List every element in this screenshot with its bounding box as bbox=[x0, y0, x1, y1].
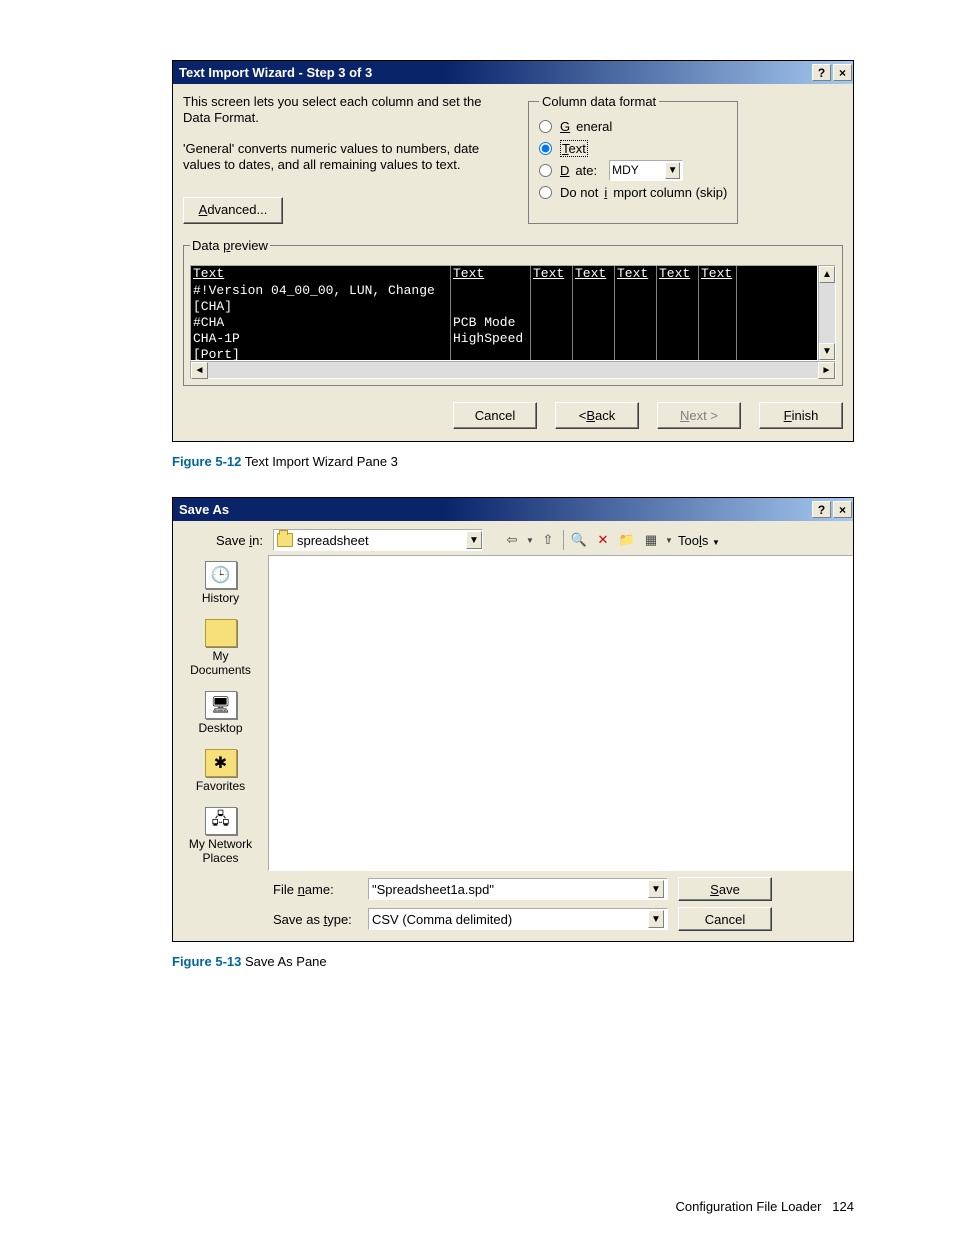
chevron-down-icon[interactable]: ▼ bbox=[466, 531, 482, 549]
radio-skip-input[interactable] bbox=[539, 186, 552, 199]
scroll-right-icon[interactable]: ► bbox=[818, 362, 835, 379]
close-icon[interactable]: × bbox=[833, 501, 852, 518]
views-icon[interactable]: ▦ bbox=[640, 529, 662, 551]
chevron-down-icon[interactable]: ▼ bbox=[648, 880, 664, 898]
titlebar: Save As ? × bbox=[173, 498, 853, 521]
places-bar: 🕒History My Documents 🖥Desktop ✱Favorite… bbox=[173, 555, 268, 871]
col-header: Text bbox=[657, 266, 698, 283]
format-legend: Column data format bbox=[539, 94, 659, 109]
radio-date-input[interactable] bbox=[539, 164, 552, 177]
tools-menu[interactable]: Tools ▼ bbox=[678, 533, 720, 548]
data-preview-group: Data preview Text #!Version 04_00_00, LU… bbox=[183, 238, 843, 386]
place-network[interactable]: 🖧My Network Places bbox=[181, 807, 261, 865]
dialog-title: Text Import Wizard - Step 3 of 3 bbox=[179, 65, 372, 80]
page-footer: Configuration File Loader 124 bbox=[172, 1199, 854, 1214]
description: This screen lets you select each column … bbox=[183, 94, 498, 224]
radio-general-input[interactable] bbox=[539, 120, 552, 133]
delete-icon[interactable]: ✕ bbox=[592, 529, 614, 551]
cancel-button[interactable]: Cancel bbox=[453, 402, 537, 429]
radio-general[interactable]: General bbox=[539, 115, 727, 137]
dropdown-arrow-icon[interactable]: ▼ bbox=[664, 529, 674, 551]
filename-label: File name: bbox=[273, 882, 358, 897]
col-header: Text bbox=[451, 266, 530, 283]
radio-date[interactable]: Date: MDY▼ bbox=[539, 159, 727, 181]
figure-caption-1: Figure 5-12 Text Import Wizard Pane 3 bbox=[172, 454, 854, 469]
chevron-down-icon[interactable]: ▼ bbox=[665, 162, 680, 179]
help-icon[interactable]: ? bbox=[812, 501, 831, 518]
dropdown-arrow-icon[interactable]: ▼ bbox=[525, 529, 535, 551]
place-history[interactable]: 🕒History bbox=[181, 561, 261, 605]
save-as-dialog: Save As ? × Save in: spreadsheet ▼ ⇦ ▼ ⇧… bbox=[172, 497, 854, 942]
back-button[interactable]: < Back bbox=[555, 402, 639, 429]
save-button[interactable]: Save bbox=[678, 877, 772, 901]
next-button[interactable]: Next > bbox=[657, 402, 741, 429]
folder-icon bbox=[205, 619, 237, 647]
close-icon[interactable]: × bbox=[833, 64, 852, 81]
place-desktop[interactable]: 🖥Desktop bbox=[181, 691, 261, 735]
up-folder-icon[interactable]: ⇧ bbox=[537, 529, 559, 551]
preview-legend: Data preview bbox=[190, 238, 270, 253]
radio-text[interactable]: Text bbox=[539, 137, 727, 159]
place-favorites[interactable]: ✱Favorites bbox=[181, 749, 261, 793]
save-as-type-select[interactable]: CSV (Comma delimited)▼ bbox=[368, 908, 668, 930]
vertical-scrollbar[interactable]: ▲ ▼ bbox=[818, 265, 836, 361]
desktop-icon: 🖥 bbox=[205, 691, 237, 719]
text-import-wizard-dialog: Text Import Wizard - Step 3 of 3 ? × Thi… bbox=[172, 60, 854, 442]
filename-input[interactable]: "Spreadsheet1a.spd"▼ bbox=[368, 878, 668, 900]
help-icon[interactable]: ? bbox=[812, 64, 831, 81]
figure-caption-2: Figure 5-13 Save As Pane bbox=[172, 954, 854, 969]
col-header: Text bbox=[573, 266, 614, 283]
cancel-button[interactable]: Cancel bbox=[678, 907, 772, 931]
preview-grid: Text #!Version 04_00_00, LUN, Change [CH… bbox=[190, 265, 818, 361]
col-header: Text bbox=[531, 266, 572, 283]
desc-line-2: 'General' converts numeric values to num… bbox=[183, 141, 498, 174]
toolbar-icons: ⇦ ▼ ⇧ 🔍 ✕ 📁 ▦ ▼ Tools ▼ bbox=[501, 529, 720, 551]
date-format-select[interactable]: MDY▼ bbox=[609, 160, 683, 181]
col-header: Text bbox=[191, 266, 450, 283]
file-list-area[interactable] bbox=[268, 555, 853, 871]
horizontal-scrollbar[interactable]: ◄ ► bbox=[190, 361, 836, 379]
chevron-down-icon[interactable]: ▼ bbox=[648, 910, 664, 928]
history-icon: 🕒 bbox=[205, 561, 237, 589]
desc-line-1: This screen lets you select each column … bbox=[183, 94, 498, 127]
col-header: Text bbox=[615, 266, 656, 283]
radio-skip[interactable]: Do not import column (skip) bbox=[539, 181, 727, 203]
col-header: Text bbox=[699, 266, 736, 283]
network-icon: 🖧 bbox=[205, 807, 237, 835]
radio-text-input[interactable] bbox=[539, 142, 552, 155]
place-my-documents[interactable]: My Documents bbox=[181, 619, 261, 677]
back-arrow-icon[interactable]: ⇦ bbox=[501, 529, 523, 551]
favorites-icon: ✱ bbox=[205, 749, 237, 777]
search-icon[interactable]: 🔍 bbox=[568, 529, 590, 551]
column-data-format-group: Column data format General Text Date: MD… bbox=[528, 94, 738, 224]
dialog-title: Save As bbox=[179, 502, 229, 517]
saveastype-label: Save as type: bbox=[273, 912, 358, 927]
scroll-left-icon[interactable]: ◄ bbox=[191, 362, 208, 379]
folder-icon bbox=[277, 533, 293, 547]
scroll-down-icon[interactable]: ▼ bbox=[819, 343, 835, 360]
save-in-select[interactable]: spreadsheet ▼ bbox=[273, 529, 483, 551]
advanced-button[interactable]: AAdvanced...dvanced... bbox=[183, 197, 283, 224]
finish-button[interactable]: Finish bbox=[759, 402, 843, 429]
titlebar: Text Import Wizard - Step 3 of 3 ? × bbox=[173, 61, 853, 84]
scroll-up-icon[interactable]: ▲ bbox=[819, 266, 835, 283]
save-in-label: Save in: bbox=[183, 533, 263, 548]
new-folder-icon[interactable]: 📁 bbox=[616, 529, 638, 551]
